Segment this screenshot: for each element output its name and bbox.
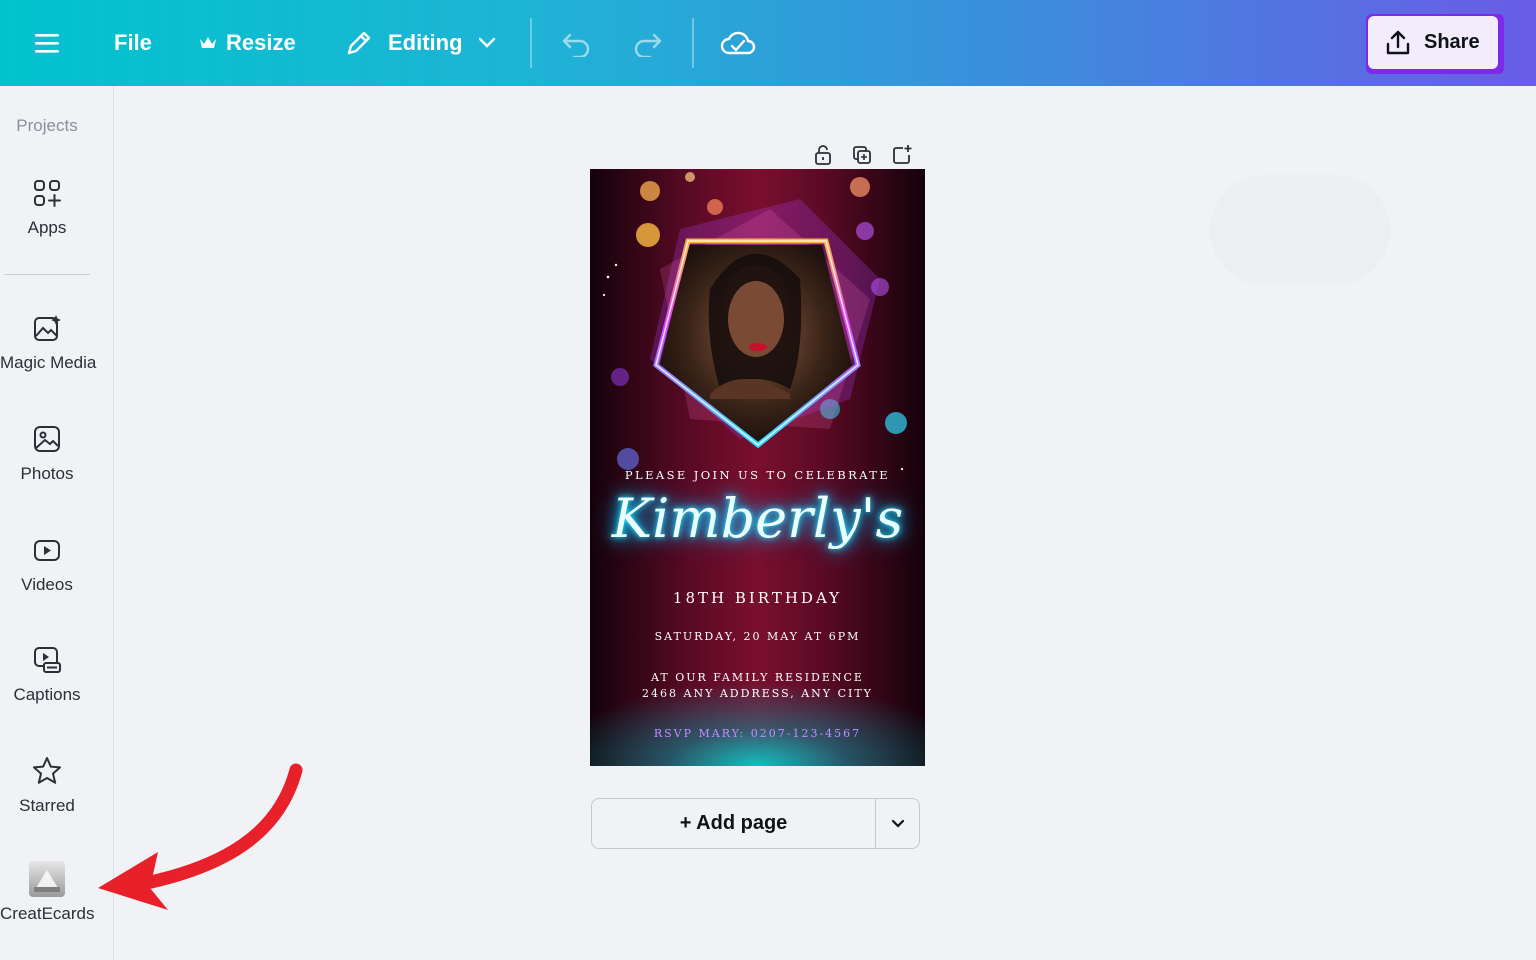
undo-button[interactable] <box>560 0 592 86</box>
toolbar-divider <box>530 18 532 68</box>
resize-label: Resize <box>226 30 296 55</box>
page-lock-button[interactable] <box>812 144 834 166</box>
share-button-frame: Share <box>1366 14 1504 74</box>
apps-grid-icon <box>34 180 61 207</box>
resize-button[interactable]: Resize <box>198 0 296 86</box>
save-status-button[interactable] <box>720 0 756 86</box>
sidebar-item-apps[interactable]: Apps <box>0 176 94 238</box>
add-page-top-button[interactable] <box>891 144 913 166</box>
sidebar-item-label: Apps <box>27 218 67 237</box>
editing-mode-dropdown[interactable]: Editing <box>344 0 497 86</box>
chevron-down-icon <box>478 37 495 48</box>
video-play-icon <box>34 540 60 561</box>
createcards-app-icon <box>29 861 65 897</box>
sidebar-item-label: Captions <box>13 685 81 704</box>
menu-icon <box>35 34 59 53</box>
toolbar-divider <box>692 18 694 68</box>
invite-intro-text[interactable]: PLEASE JOIN US TO CELEBRATE <box>590 468 925 482</box>
add-page-button[interactable]: + Add page <box>592 799 876 848</box>
duplicate-page-button[interactable] <box>851 144 873 166</box>
sidebar-item-captions[interactable]: Captions <box>0 643 94 705</box>
file-menu-button[interactable]: File <box>114 0 152 86</box>
sidebar-item-label: Videos <box>21 575 73 594</box>
cloud-check-icon <box>720 31 756 55</box>
add-page-label: + Add page <box>679 812 788 834</box>
invite-rsvp-text[interactable]: RSVP MARY: 0207-123-4567 <box>590 727 925 740</box>
lock-icon <box>815 145 831 165</box>
top-toolbar: File Resize Editing Share <box>0 0 1536 86</box>
crown-icon <box>200 37 216 48</box>
editing-label: Editing <box>388 30 463 55</box>
share-label: Share <box>1424 31 1480 53</box>
photo-icon <box>34 426 60 452</box>
invite-address-text[interactable]: 2468 ANY ADDRESS, ANY CITY <box>590 687 925 700</box>
magic-media-icon <box>34 315 61 341</box>
sidebar-item-magic-media[interactable]: Magic Media <box>0 311 97 373</box>
pencil-icon <box>347 31 371 55</box>
duplicate-page-icon <box>853 146 871 164</box>
background-watermark <box>1210 175 1390 285</box>
sidebar-item-label: Magic Media <box>0 353 97 372</box>
red-annotation-arrow-icon <box>98 763 303 910</box>
sidebar-item-photos[interactable]: Photos <box>0 422 94 484</box>
add-page-options-button[interactable] <box>876 799 920 848</box>
redo-button[interactable] <box>632 0 664 86</box>
design-page[interactable]: PLEASE JOIN US TO CELEBRATE Kimberly's 1… <box>590 169 925 766</box>
sidebar-item-projects[interactable]: Projects <box>0 116 94 136</box>
invite-name-text[interactable]: Kimberly's <box>590 487 925 550</box>
file-label: File <box>114 30 152 55</box>
main-menu-button[interactable] <box>30 0 64 86</box>
invite-date-text[interactable]: SATURDAY, 20 MAY AT 6PM <box>590 630 925 643</box>
star-icon <box>33 757 61 784</box>
share-button[interactable]: Share <box>1368 16 1498 69</box>
chevron-down-icon <box>891 819 905 828</box>
add-page-control: + Add page <box>591 798 920 849</box>
invite-occasion-text[interactable]: 18TH BIRTHDAY <box>590 589 925 607</box>
sidebar-item-videos[interactable]: Videos <box>0 533 94 595</box>
undo-icon <box>562 33 590 57</box>
invite-venue-text[interactable]: AT OUR FAMILY RESIDENCE <box>590 671 925 684</box>
sidebar-divider <box>4 274 90 275</box>
share-upload-icon <box>1386 30 1410 54</box>
redo-icon <box>634 33 662 57</box>
sidebar-item-label: Photos <box>20 464 74 483</box>
captions-icon <box>34 647 61 673</box>
add-page-icon <box>893 145 912 164</box>
